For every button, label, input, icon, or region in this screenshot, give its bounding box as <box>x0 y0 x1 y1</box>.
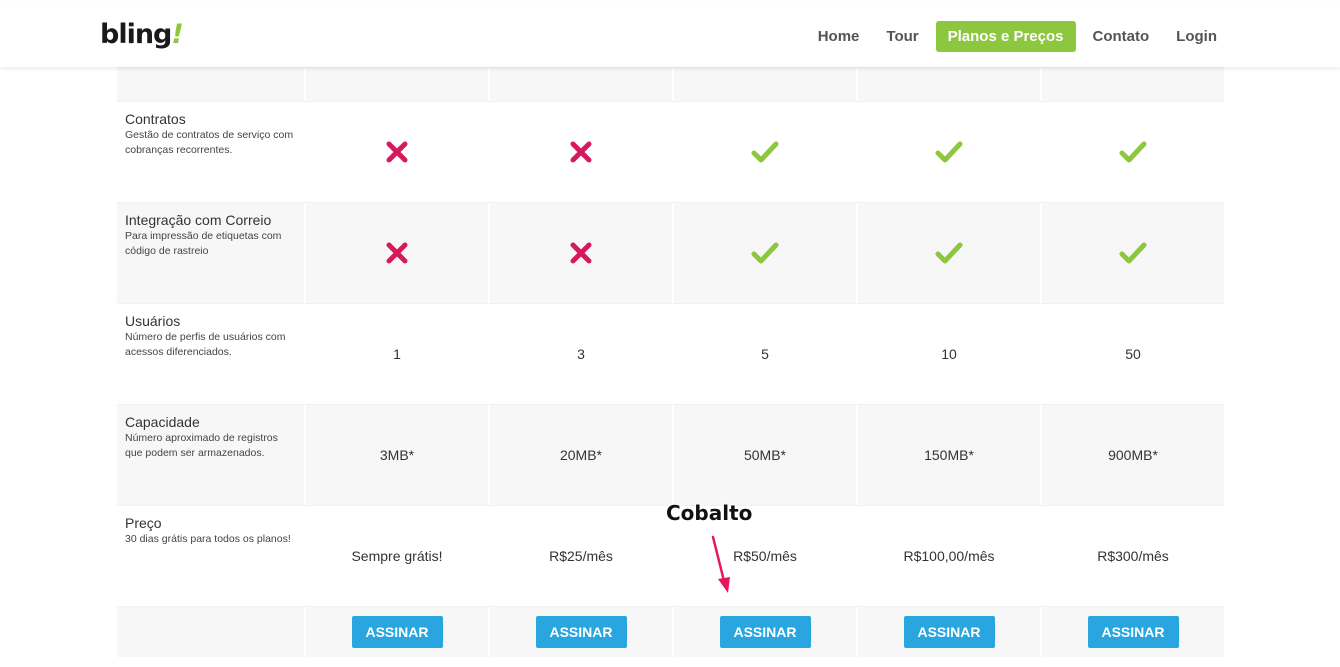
cross-icon <box>569 241 593 265</box>
color-strip-magenta <box>88 0 475 7</box>
feature-value-cell: 20MB* <box>488 405 672 505</box>
feature-value-cell: 3 <box>488 304 672 404</box>
plans-comparison-table: Contratos Gestão de contratos de serviço … <box>117 67 1224 657</box>
feature-description: Para impressão de etiquetas com código d… <box>125 230 282 257</box>
feature-label-cell: Usuários Número de perfis de usuários com… <box>117 304 304 404</box>
feature-value-cell: R$300/mês <box>1040 506 1224 606</box>
feature-title: Preço <box>125 515 162 531</box>
check-icon <box>751 140 779 164</box>
feature-title: Contratos <box>125 111 186 127</box>
feature-value-cell: 5 <box>672 304 856 404</box>
feature-value-cell: 1 <box>304 304 488 404</box>
feature-availability-cell <box>1040 203 1224 303</box>
feature-availability-cell <box>304 102 488 202</box>
feature-value-cell: 10 <box>856 304 1040 404</box>
feature-label-cell: Capacidade Número aproximado de registros… <box>117 405 304 505</box>
feature-row: Usuários Número de perfis de usuários com… <box>117 303 1224 404</box>
feature-availability-cell <box>488 102 672 202</box>
nav-contato[interactable]: Contato <box>1083 21 1160 52</box>
subscribe-button[interactable]: ASSINAR <box>535 616 627 648</box>
subscribe-button[interactable]: ASSINAR <box>1087 616 1179 648</box>
feature-value-cell: R$100,00/mês <box>856 506 1040 606</box>
feature-label-cell: Preço 30 dias grátis para todos os planos… <box>117 506 304 606</box>
site-header: bling! Home Tour Planos e Preços Contato… <box>0 7 1340 67</box>
check-icon <box>1119 241 1147 265</box>
main-nav: Home Tour Planos e Preços Contato Login <box>801 21 1227 52</box>
nav-tour[interactable]: Tour <box>876 21 928 52</box>
top-color-bar <box>0 0 1340 7</box>
feature-description: Número de perfis de usuários com acessos… <box>125 331 286 358</box>
feature-title: Capacidade <box>125 414 200 430</box>
feature-availability-cell <box>1040 102 1224 202</box>
subscribe-row: ASSINAR ASSINAR ASSINAR ASSINAR ASSINAR <box>117 606 1224 657</box>
feature-value-cell: 150MB* <box>856 405 1040 505</box>
feature-row: Integração com Correio Para impressão de … <box>117 202 1224 303</box>
feature-description: Número aproximado de registros que podem… <box>125 432 278 459</box>
feature-value-cell: Sempre grátis! <box>304 506 488 606</box>
nav-login[interactable]: Login <box>1166 21 1227 52</box>
feature-description: 30 dias grátis para todos os planos! <box>125 533 291 545</box>
check-icon <box>935 140 963 164</box>
bling-logo[interactable]: bling! <box>100 19 184 50</box>
feature-value-cell: 50MB* <box>672 405 856 505</box>
subscribe-button[interactable]: ASSINAR <box>903 616 995 648</box>
feature-value-cell: 50 <box>1040 304 1224 404</box>
check-icon <box>935 241 963 265</box>
cross-icon <box>569 140 593 164</box>
feature-title: Integração com Correio <box>125 212 272 228</box>
subscribe-button[interactable]: ASSINAR <box>351 616 443 648</box>
check-icon <box>1119 140 1147 164</box>
feature-row: Capacidade Número aproximado de registros… <box>117 404 1224 505</box>
feature-description: Gestão de contratos de serviço com cobra… <box>125 129 294 156</box>
color-strip-blue <box>1249 0 1340 7</box>
feature-availability-cell <box>304 203 488 303</box>
nav-planos-e-precos[interactable]: Planos e Preços <box>935 21 1076 52</box>
nav-home[interactable]: Home <box>808 21 870 52</box>
logo-mark: ! <box>171 19 183 50</box>
feature-label-cell: Integração com Correio Para impressão de … <box>117 203 304 303</box>
logo-text: bling <box>100 19 172 50</box>
annotation-label: Cobalto <box>666 501 753 525</box>
annotation-arrow-icon <box>711 535 730 593</box>
feature-title: Usuários <box>125 313 181 329</box>
check-icon <box>751 241 779 265</box>
feature-value-cell: R$25/mês <box>488 506 672 606</box>
feature-value-cell: 3MB* <box>304 405 488 505</box>
subscribe-button[interactable]: ASSINAR <box>719 616 811 648</box>
feature-availability-cell <box>856 102 1040 202</box>
feature-value-cell: 900MB* <box>1040 405 1224 505</box>
feature-row: Contratos Gestão de contratos de serviço … <box>117 101 1224 202</box>
feature-availability-cell <box>672 203 856 303</box>
cross-icon <box>385 140 409 164</box>
color-strip-purple <box>0 0 88 7</box>
color-strip-yellow <box>862 0 1249 7</box>
feature-availability-cell <box>856 203 1040 303</box>
feature-availability-cell <box>672 102 856 202</box>
feature-label-cell: Contratos Gestão de contratos de serviço … <box>117 102 304 202</box>
cross-icon <box>385 241 409 265</box>
feature-availability-cell <box>488 203 672 303</box>
table-top-row <box>117 67 1224 101</box>
color-strip-orange <box>475 0 862 7</box>
